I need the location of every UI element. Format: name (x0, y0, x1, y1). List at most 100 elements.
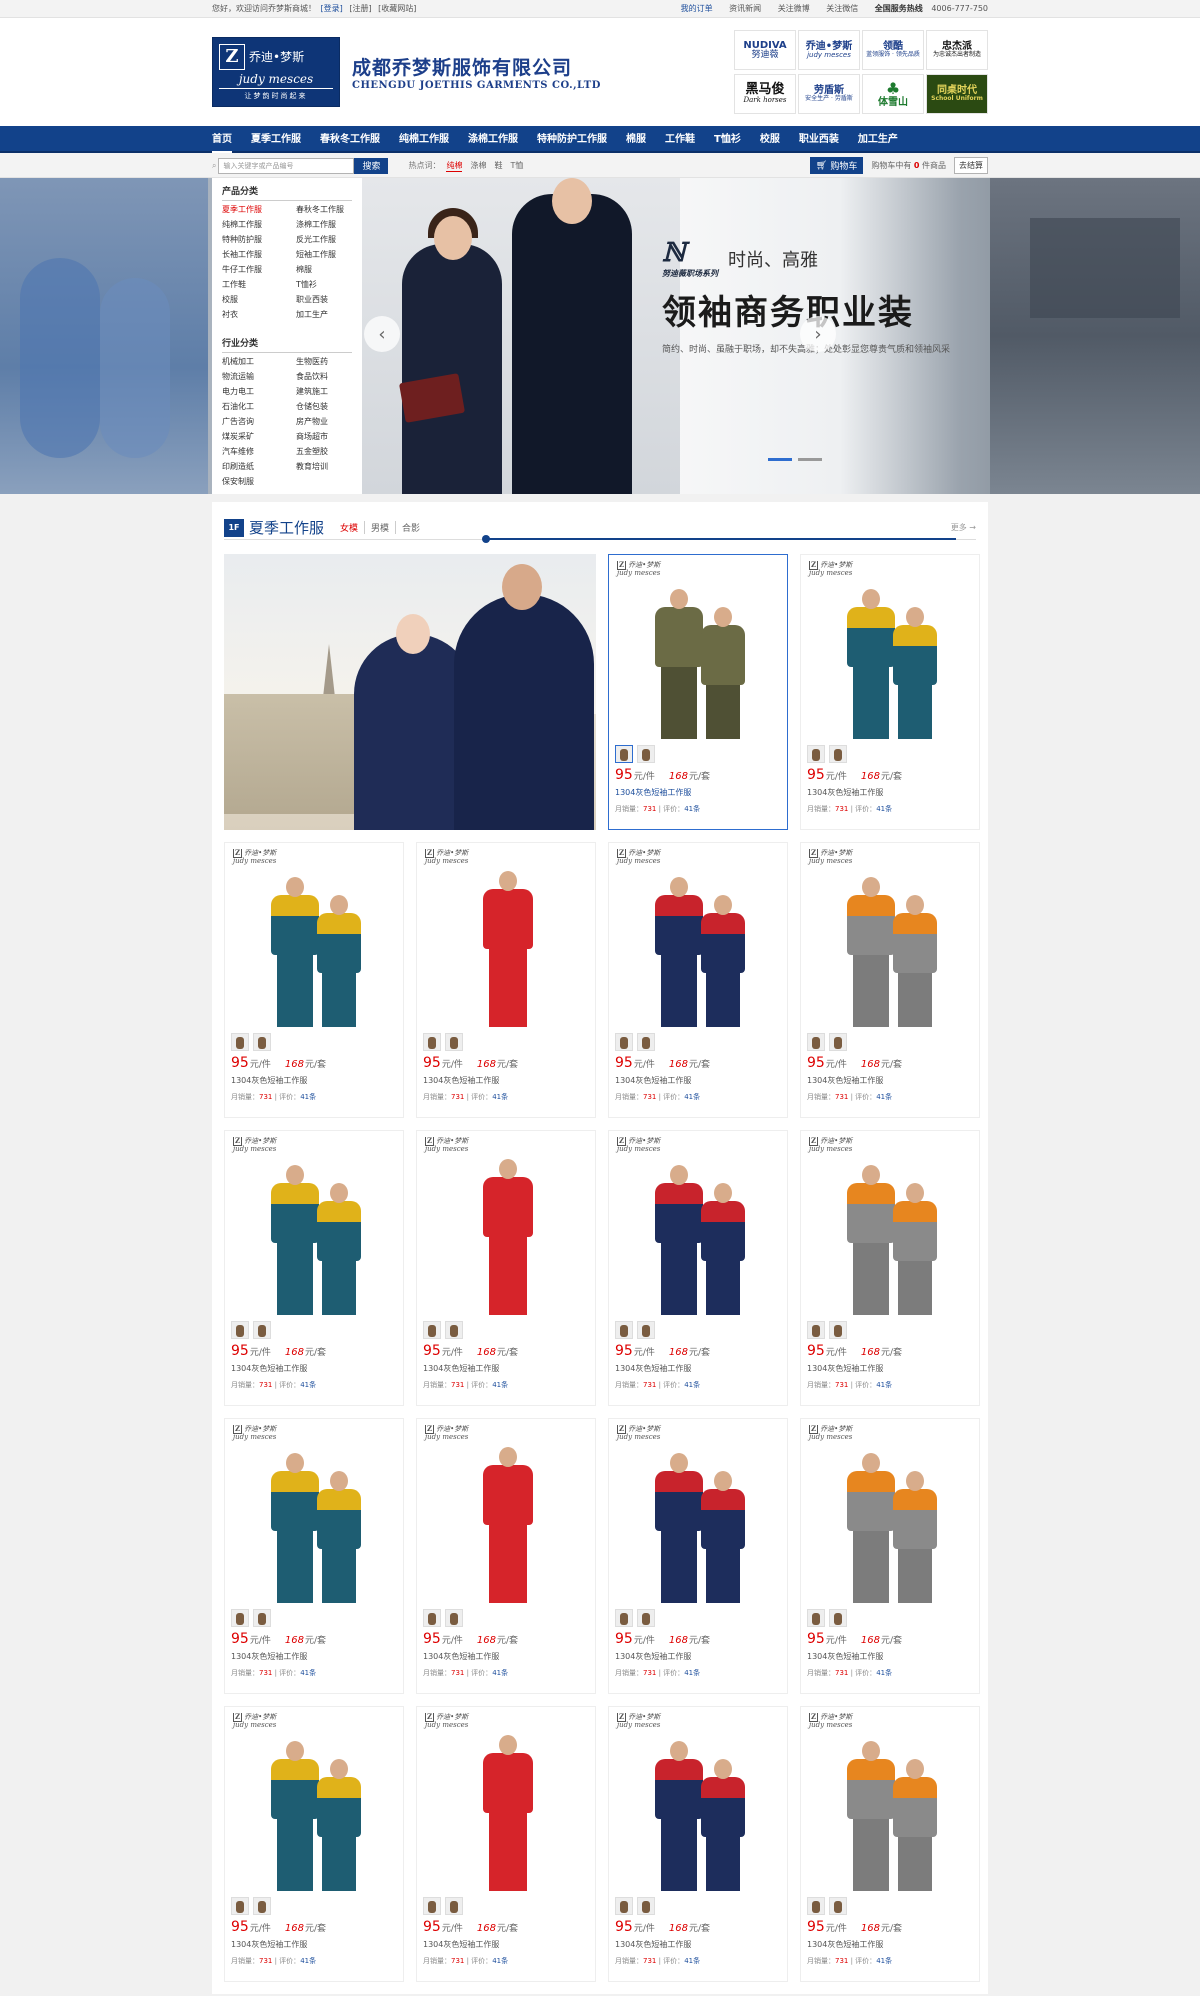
nav-suit[interactable]: 职业西装 (799, 126, 839, 153)
review-count[interactable]: 41条 (492, 1669, 508, 1677)
category-item[interactable]: 反光工作服 (296, 234, 362, 245)
review-count[interactable]: 41条 (684, 1957, 700, 1965)
thumbnail[interactable] (615, 1609, 633, 1627)
product-image[interactable]: Z 乔迪•梦斯 judy mesces (615, 1425, 781, 1603)
thumbnail[interactable] (615, 1897, 633, 1915)
nav-shoes[interactable]: 工作鞋 (665, 126, 695, 153)
product-card[interactable]: Z 乔迪•梦斯 judy mesces 95 元/件 168 元/套 1304灰色短袖工作服月… (800, 1130, 980, 1406)
product-name[interactable]: 1304灰色短袖工作服 (615, 1651, 781, 1662)
hot-word-tshirt[interactable]: T恤 (510, 160, 523, 171)
brand-tongzhuo[interactable]: 同桌时代 School Uniform (926, 74, 988, 114)
category-item[interactable]: 校服 (222, 294, 296, 305)
review-count[interactable]: 41条 (300, 1957, 316, 1965)
thumbnail[interactable] (253, 1897, 271, 1915)
product-card[interactable]: Z 乔迪•梦斯 judy mesces 95 元/件 168 元/套 1304灰色短袖工作服月… (224, 1706, 404, 1982)
banner-prev-button[interactable]: ‹ (364, 316, 400, 352)
review-count[interactable]: 41条 (876, 1669, 892, 1677)
category-item[interactable]: 五金塑胶 (296, 446, 362, 457)
tab-male[interactable]: 男模 (364, 521, 395, 534)
product-card[interactable]: Z 乔迪•梦斯 judy mesces 95 元/件 168 元/套 1304灰色短袖工作服月… (800, 842, 980, 1118)
review-count[interactable]: 41条 (300, 1093, 316, 1101)
category-item[interactable]: 棉服 (296, 264, 362, 275)
review-count[interactable]: 41条 (684, 1381, 700, 1389)
product-name[interactable]: 1304灰色短袖工作服 (231, 1363, 397, 1374)
product-name[interactable]: 1304灰色短袖工作服 (231, 1075, 397, 1086)
nav-protective[interactable]: 特种防护工作服 (537, 126, 607, 153)
category-item[interactable]: 房产物业 (296, 416, 362, 427)
product-image[interactable]: Z 乔迪•梦斯 judy mesces (807, 1425, 973, 1603)
category-item[interactable]: 特种防护服 (222, 234, 296, 245)
category-item[interactable]: 保安制服 (222, 476, 296, 487)
thumbnail[interactable] (423, 1321, 441, 1339)
brand-zhongjiepai[interactable]: 忠杰派 为忠诚杰出者制造 (926, 30, 988, 70)
product-card[interactable]: Z 乔迪•梦斯 judy mesces 95 元/件 168 元/套 1304灰色短袖工作服月… (224, 842, 404, 1118)
product-name[interactable]: 1304灰色短袖工作服 (231, 1651, 397, 1662)
thumbnail[interactable] (231, 1321, 249, 1339)
register-link[interactable]: [注册] (349, 4, 371, 13)
category-item[interactable]: 煤炭采矿 (222, 431, 296, 442)
category-item[interactable]: 生物医药 (296, 356, 362, 367)
login-link[interactable]: [登录] (321, 4, 343, 13)
hot-word-cotton[interactable]: 纯棉 (446, 160, 463, 172)
cart-button[interactable]: 🛒︎ 购物车 (809, 157, 864, 174)
banner-dot-2[interactable] (798, 458, 822, 461)
hot-word-shoes[interactable]: 鞋 (494, 160, 502, 171)
thumbnail[interactable] (807, 1897, 825, 1915)
thumbnail[interactable] (829, 1321, 847, 1339)
product-image[interactable]: Z 乔迪•梦斯 judy mesces (423, 1425, 589, 1603)
banner-dot-1[interactable] (768, 458, 792, 461)
brand-judy[interactable]: 乔迪•梦斯 judy mesces (798, 30, 860, 70)
category-item[interactable]: 短袖工作服 (296, 249, 362, 260)
review-count[interactable]: 41条 (492, 1381, 508, 1389)
product-image[interactable]: Z 乔迪•梦斯 judy mesces (423, 1137, 589, 1315)
thumbnail[interactable] (807, 1321, 825, 1339)
category-item[interactable]: 纯棉工作服 (222, 219, 296, 230)
tab-group[interactable]: 合影 (395, 521, 426, 534)
thumbnail[interactable] (231, 1609, 249, 1627)
thumbnail[interactable] (637, 1609, 655, 1627)
product-image[interactable]: Z 乔迪•梦斯 judy mesces (231, 849, 397, 1027)
product-card[interactable]: Z 乔迪•梦斯 judy mesces 95 元/件 168 元/套 1304灰色短袖工作服月… (800, 554, 980, 830)
nav-autumn-winter[interactable]: 春秋冬工作服 (320, 126, 380, 153)
product-image[interactable]: Z 乔迪•梦斯 judy mesces (615, 1137, 781, 1315)
review-count[interactable]: 41条 (876, 1093, 892, 1101)
product-name[interactable]: 1304灰色短袖工作服 (807, 787, 973, 798)
category-item[interactable]: T恤衫 (296, 279, 362, 290)
weixin-link[interactable]: 关注微信 (826, 4, 858, 13)
hot-word-polyester[interactable]: 涤棉 (470, 160, 486, 171)
thumbnail[interactable] (231, 1897, 249, 1915)
product-image[interactable]: Z 乔迪•梦斯 judy mesces (231, 1137, 397, 1315)
product-card[interactable]: Z 乔迪•梦斯 judy mesces 95 元/件 168 元/套 1304灰色短袖工作服月… (800, 1418, 980, 1694)
thumbnail[interactable] (445, 1033, 463, 1051)
more-link[interactable]: 更多 → (951, 522, 976, 533)
thumbnail[interactable] (829, 1897, 847, 1915)
thumbnail[interactable] (615, 1033, 633, 1051)
category-item[interactable]: 广告咨询 (222, 416, 296, 427)
product-name[interactable]: 1304灰色短袖工作服 (231, 1939, 397, 1950)
review-count[interactable]: 41条 (300, 1381, 316, 1389)
review-count[interactable]: 41条 (684, 1669, 700, 1677)
review-count[interactable]: 41条 (684, 1093, 700, 1101)
thumbnail[interactable] (445, 1897, 463, 1915)
checkout-button[interactable]: 去结算 (954, 157, 988, 174)
category-item[interactable]: 食品饮料 (296, 371, 362, 382)
category-item[interactable]: 加工生产 (296, 309, 362, 320)
product-name[interactable]: 1304灰色短袖工作服 (615, 1075, 781, 1086)
product-image[interactable]: Z 乔迪•梦斯 judy mesces (615, 849, 781, 1027)
thumbnail[interactable] (637, 1033, 655, 1051)
thumbnail[interactable] (423, 1609, 441, 1627)
product-card[interactable]: Z 乔迪•梦斯 judy mesces 95 元/件 168 元/套 1304灰色短袖工作服月… (608, 554, 788, 830)
product-card[interactable]: Z 乔迪•梦斯 judy mesces 95 元/件 168 元/套 1304灰色短袖工作服月… (416, 1130, 596, 1406)
product-card[interactable]: Z 乔迪•梦斯 judy mesces 95 元/件 168 元/套 1304灰色短袖工作服月… (224, 1130, 404, 1406)
nav-polyester[interactable]: 涤棉工作服 (468, 126, 518, 153)
product-name[interactable]: 1304灰色短袖工作服 (615, 1939, 781, 1950)
product-image[interactable]: Z 乔迪•梦斯 judy mesces (615, 1713, 781, 1891)
thumbnail[interactable] (807, 1033, 825, 1051)
thumbnail[interactable] (829, 1033, 847, 1051)
my-orders-link[interactable]: 我的订单 (681, 4, 713, 13)
category-item[interactable]: 夏季工作服 (222, 204, 296, 215)
nav-school[interactable]: 校服 (760, 126, 780, 153)
review-count[interactable]: 41条 (684, 805, 700, 813)
thumbnail[interactable] (637, 1897, 655, 1915)
category-item[interactable]: 石油化工 (222, 401, 296, 412)
